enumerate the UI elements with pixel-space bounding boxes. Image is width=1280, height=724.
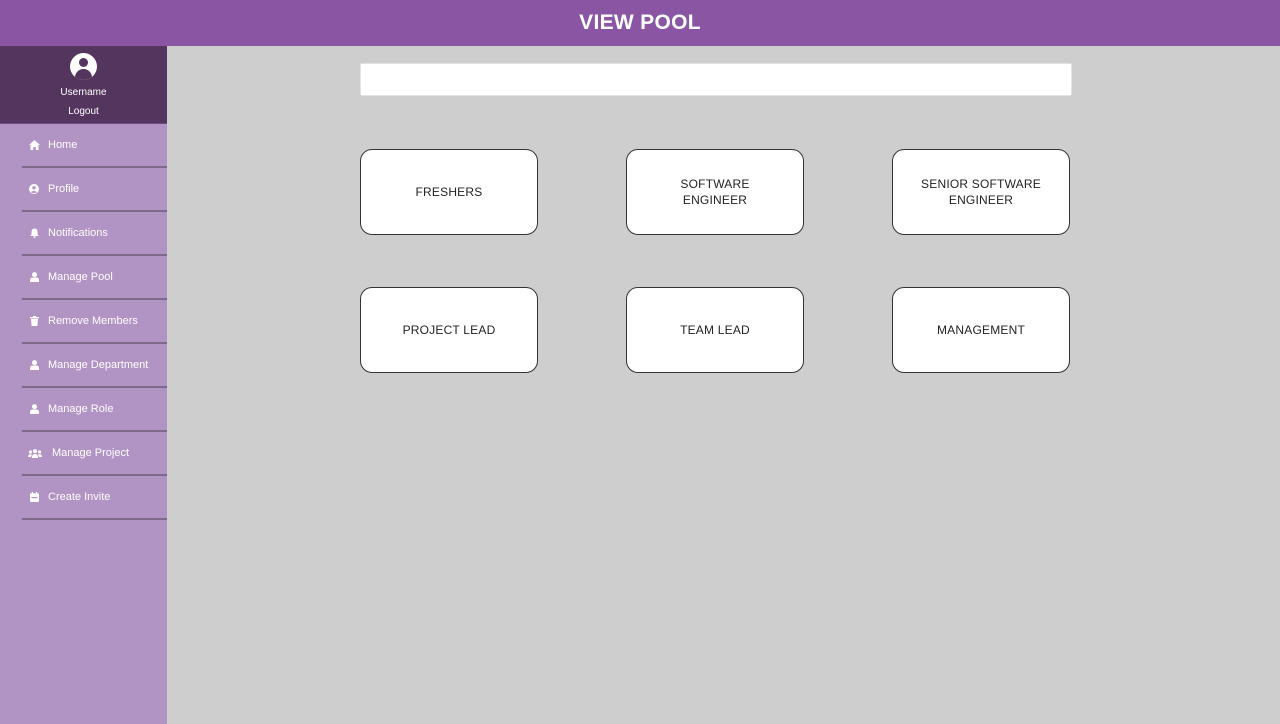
sidebar-item-notifications[interactable]: Notifications <box>22 212 167 256</box>
user-icon <box>28 403 40 415</box>
pool-card-management[interactable]: MANAGEMENT <box>892 287 1070 373</box>
sidebar-item-home[interactable]: Home <box>22 124 167 168</box>
username: Username <box>60 87 107 98</box>
sidebar-nav: Home Profile Notifications Manage Pool R… <box>0 124 167 520</box>
app-header: VIEW POOL <box>0 0 1280 46</box>
pool-card-label: PROJECT LEAD <box>402 323 496 337</box>
sidebar-item-label: Notifications <box>48 227 108 239</box>
home-icon <box>28 139 40 151</box>
search-input[interactable] <box>360 63 1072 96</box>
pool-card-label: SENIOR SOFTWARE ENGINEER <box>921 177 1041 207</box>
users-icon <box>28 447 42 459</box>
pool-card-software-engineer[interactable]: SOFTWARE ENGINEER <box>626 149 804 235</box>
pool-card-label: FRESHERS <box>415 185 483 199</box>
sidebar-item-label: Create Invite <box>48 491 111 503</box>
sidebar-item-label: Home <box>48 139 78 151</box>
sidebar-item-label: Manage Project <box>52 447 130 459</box>
sidebar-item-profile[interactable]: Profile <box>22 168 167 212</box>
sidebar-item-manage-pool[interactable]: Manage Pool <box>22 256 167 300</box>
pool-card-senior-software-engineer[interactable]: SENIOR SOFTWARE ENGINEER <box>892 149 1070 235</box>
sidebar-item-label: Manage Role <box>48 403 114 415</box>
pool-card-label: SOFTWARE ENGINEER <box>680 177 750 207</box>
user-circle-icon <box>28 183 40 195</box>
sidebar: Username Logout Home Profile Notificatio… <box>0 46 167 724</box>
pool-card-team-lead[interactable]: TEAM LEAD <box>626 287 804 373</box>
sidebar-item-label: Manage Pool <box>48 271 113 283</box>
user-icon <box>28 359 40 371</box>
sidebar-item-label: Remove Members <box>48 315 138 327</box>
sidebar-item-label: Profile <box>48 183 80 195</box>
sidebar-item-remove-members[interactable]: Remove Members <box>22 300 167 344</box>
calendar-icon <box>28 491 40 503</box>
user-icon <box>28 271 40 283</box>
sidebar-item-manage-role[interactable]: Manage Role <box>22 388 167 432</box>
logout-link[interactable]: Logout <box>68 106 99 117</box>
sidebar-item-label: Manage Department <box>48 359 149 371</box>
user-panel: Username Logout <box>0 46 167 124</box>
sidebar-item-manage-project[interactable]: Manage Project <box>22 432 167 476</box>
sidebar-item-manage-department[interactable]: Manage Department <box>22 344 167 388</box>
pool-card-label: TEAM LEAD <box>680 323 750 337</box>
pool-card-project-lead[interactable]: PROJECT LEAD <box>360 287 538 373</box>
main-content: FRESHERS SOFTWARE ENGINEER SENIOR SOFTWA… <box>167 46 1280 724</box>
pool-card-freshers[interactable]: FRESHERS <box>360 149 538 235</box>
pool-card-label: MANAGEMENT <box>936 323 1025 337</box>
trash-icon <box>28 315 40 327</box>
page-title: VIEW POOL <box>579 11 701 34</box>
avatar-icon <box>70 53 97 80</box>
sidebar-item-create-invite[interactable]: Create Invite <box>22 476 167 520</box>
bell-icon <box>28 227 40 239</box>
